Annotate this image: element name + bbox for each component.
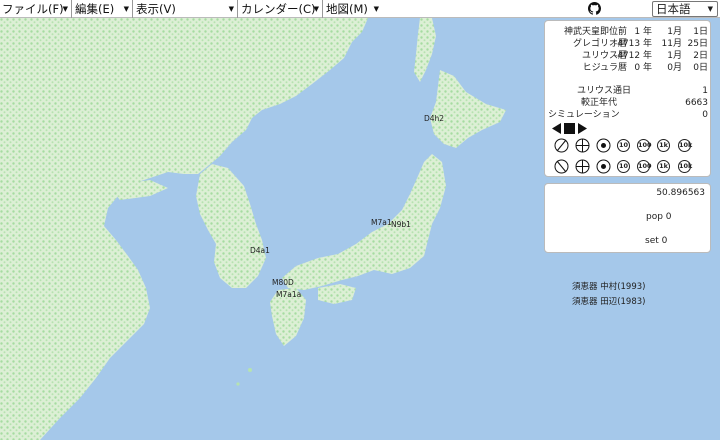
population-value: 50.896563	[656, 188, 705, 198]
calibrated-age-row: 較正年代 6663	[581, 98, 708, 108]
sakhalin-island	[414, 18, 436, 82]
map-label-d4a1[interactable]: D4a1	[250, 246, 270, 255]
forward-jump-icon[interactable]	[554, 159, 569, 174]
reverse-speed-100-icon[interactable]: 100	[637, 139, 652, 152]
calendar-panel: 神武天皇即位前 1 年 1月 1日 グレゴリオ暦 -4713 年 11月 25日…	[544, 20, 711, 177]
menu-map[interactable]: 地図(M) ▼	[324, 0, 382, 18]
calendar-row-jimmu: 神武天皇即位前 1 年 1月 1日	[563, 27, 708, 37]
map-caption-nakamura: 須恵器 中村(1993)	[572, 282, 646, 292]
menu-view[interactable]: 表示(V) ▼	[134, 0, 238, 18]
forward-speed-100-icon[interactable]: 100	[637, 160, 652, 173]
dropdown-arrow-icon: ▼	[707, 5, 713, 13]
mainland-asia	[0, 18, 368, 440]
forward-speed-10k-icon[interactable]: 10k	[678, 160, 692, 173]
menu-calendar[interactable]: カレンダー(C) ▼	[239, 0, 323, 18]
map-label-n9b1[interactable]: N9b1	[391, 220, 411, 229]
dropdown-arrow-icon: ▼	[313, 5, 319, 13]
map-label-m7a1[interactable]: M7a1	[371, 218, 392, 227]
dropdown-arrow-icon: ▼	[123, 5, 129, 13]
reverse-speed-1-icon[interactable]	[596, 138, 611, 153]
dropdown-arrow-icon: ▼	[373, 5, 379, 13]
honshu-island	[282, 154, 446, 290]
calendar-row-hijri: ヒジュラ暦 0 年 0月 0日	[582, 63, 708, 73]
dropdown-arrow-icon: ▼	[228, 5, 234, 13]
reverse-speed-10-icon[interactable]: 10	[617, 139, 630, 152]
pop-label: pop 0	[646, 212, 672, 222]
calendar-row-gregorian: グレゴリオ暦 -4713 年 11月 25日	[572, 39, 708, 49]
github-icon[interactable]	[588, 2, 601, 15]
reverse-speed-10k-icon[interactable]: 10k	[678, 139, 692, 152]
calendar-row-julian: ユリウス暦 -4712 年 1月 2日	[581, 51, 708, 61]
language-select[interactable]: 日本語 ▼	[652, 1, 718, 17]
stop-icon[interactable]	[564, 123, 575, 134]
map-caption-tanabe: 須恵器 田辺(1983)	[572, 297, 646, 307]
julian-day-row: ユリウス通日 1	[577, 86, 708, 96]
forward-speed-1k-icon[interactable]: 1k	[657, 160, 670, 173]
dropdown-arrow-icon: ▼	[62, 5, 68, 13]
forward-speed-1-icon[interactable]	[596, 159, 611, 174]
reverse-jump-icon[interactable]	[554, 138, 569, 153]
reverse-step-icon[interactable]	[575, 138, 590, 153]
reverse-speed-1k-icon[interactable]: 1k	[657, 139, 670, 152]
forward-speed-10-icon[interactable]: 10	[617, 160, 630, 173]
map-label-m80d[interactable]: M80D	[272, 278, 294, 287]
korean-peninsula	[196, 164, 266, 288]
population-panel: 50.896563 pop 0 set 0	[544, 183, 711, 253]
hokkaido-island	[430, 70, 506, 148]
menu-bar: ファイル(F) ▼ 編集(E) ▼ 表示(V) ▼ カレンダー(C) ▼ 地図(…	[0, 0, 720, 18]
set-label: set 0	[645, 236, 668, 246]
shikoku-island	[318, 284, 356, 304]
map-label-d4h2[interactable]: D4h2	[424, 114, 444, 123]
menu-edit[interactable]: 編集(E) ▼	[73, 0, 133, 18]
simulation-row: シミュレーション 0	[548, 110, 708, 120]
menu-file[interactable]: ファイル(F) ▼	[0, 0, 72, 18]
play-backward-icon[interactable]	[552, 123, 561, 134]
forward-step-icon[interactable]	[575, 159, 590, 174]
map-label-m7a1a[interactable]: M7a1a	[276, 290, 301, 299]
play-forward-icon[interactable]	[578, 123, 587, 134]
